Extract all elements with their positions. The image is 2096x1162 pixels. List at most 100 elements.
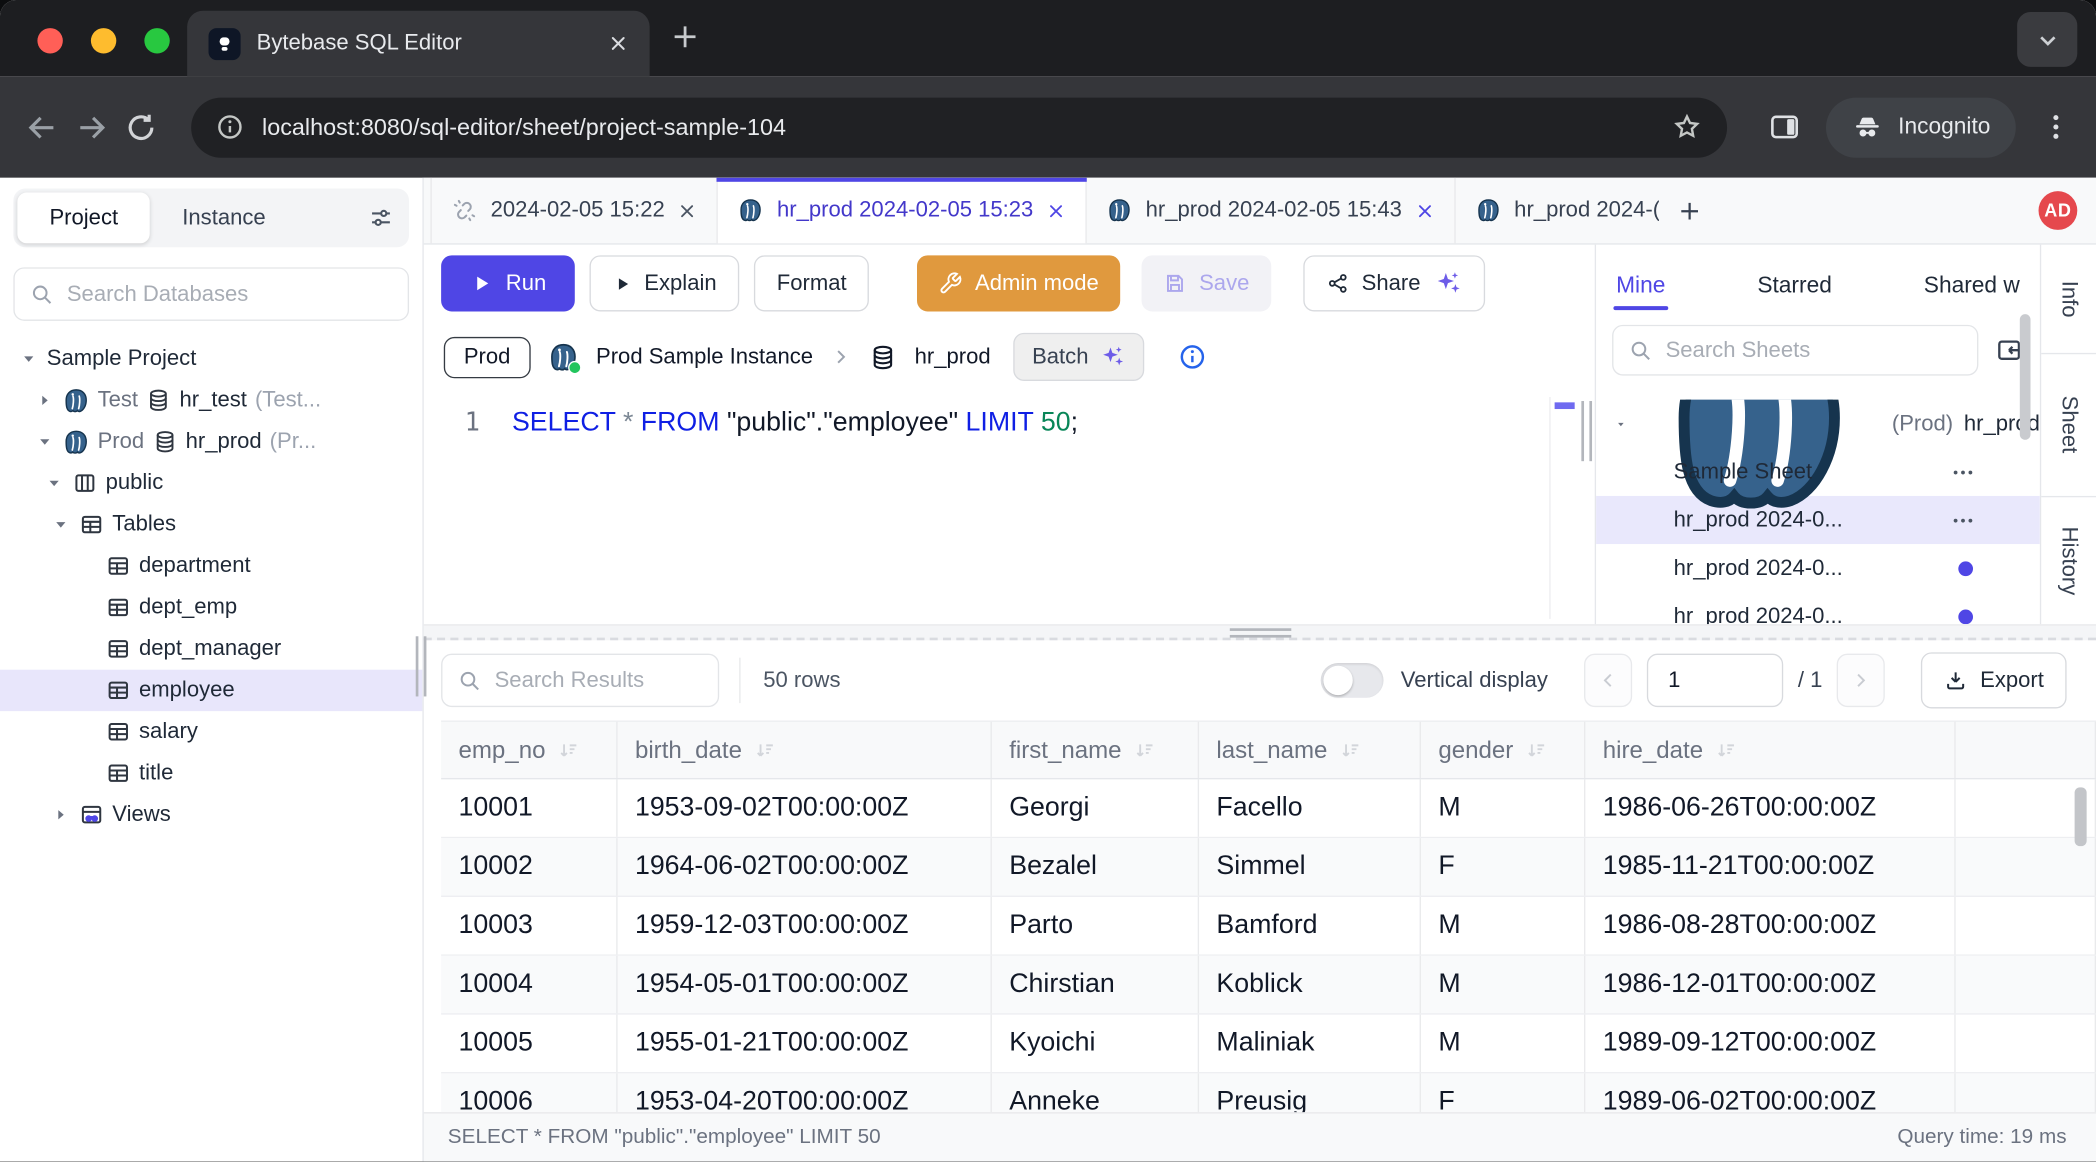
environment-chip[interactable]: Prod [444, 336, 531, 377]
table-cell[interactable]: F [1421, 838, 1585, 895]
table-cell[interactable]: Simmel [1199, 838, 1421, 895]
table-cell[interactable]: Koblick [1199, 956, 1421, 1013]
format-button[interactable]: Format [754, 255, 869, 311]
maximize-window-button[interactable] [144, 28, 169, 53]
column-header-first_name[interactable]: first_name [992, 722, 1199, 778]
table-cell[interactable]: 1953-09-02T00:00:00Z [618, 779, 992, 836]
sheet-item[interactable]: hr_prod 2024-0... [1596, 592, 2040, 624]
worksheet-tab[interactable]: 2024-02-05 15:22 [430, 178, 718, 244]
admin-mode-button[interactable]: Admin mode [918, 255, 1121, 311]
side-tab-sheet[interactable]: Sheet [2041, 354, 2096, 497]
close-window-button[interactable] [37, 28, 62, 53]
table-cell[interactable]: 10006 [441, 1073, 617, 1112]
table-cell[interactable]: M [1421, 1015, 1585, 1072]
save-button[interactable]: Save [1142, 255, 1271, 311]
table-cell[interactable]: Georgi [992, 779, 1199, 836]
run-button[interactable]: Run [441, 255, 575, 311]
table-cell[interactable]: Kyoichi [992, 1015, 1199, 1072]
bookmark-star-icon[interactable] [1671, 111, 1703, 143]
close-tab-icon[interactable] [608, 33, 628, 53]
sheet-tab-mine[interactable]: Mine [1616, 273, 1665, 300]
page-input[interactable] [1647, 654, 1783, 707]
back-icon[interactable] [24, 109, 60, 145]
table-row[interactable]: 100041954-05-01T00:00:00ZChirstianKoblic… [441, 956, 2096, 1015]
database-search-input[interactable] [64, 280, 393, 308]
tree-item-Tables[interactable]: Tables [0, 504, 422, 545]
table-cell[interactable]: Bezalel [992, 838, 1199, 895]
tab-instance[interactable]: Instance [150, 192, 298, 243]
sheet-tab-shared-w[interactable]: Shared w [1924, 273, 2020, 300]
sheet-tab-starred[interactable]: Starred [1757, 273, 1832, 300]
table-cell[interactable]: M [1421, 897, 1585, 954]
table-cell[interactable]: 10001 [441, 779, 617, 836]
table-cell[interactable]: 1986-08-28T00:00:00Z [1585, 897, 1955, 954]
prev-page-button[interactable] [1584, 654, 1632, 707]
side-tab-history[interactable]: History [2041, 497, 2096, 624]
table-cell[interactable]: 1955-01-21T00:00:00Z [618, 1015, 992, 1072]
export-button[interactable]: Export [1921, 652, 2066, 708]
tab-search-chevron-button[interactable] [2017, 12, 2077, 67]
avatar[interactable]: AD [2039, 191, 2078, 230]
tree-item-public[interactable]: public [0, 463, 422, 504]
next-page-button[interactable] [1837, 654, 1885, 707]
column-header-last_name[interactable]: last_name [1199, 722, 1421, 778]
table-cell[interactable]: Bamford [1199, 897, 1421, 954]
table-row[interactable]: 100021964-06-02T00:00:00ZBezalelSimmelF1… [441, 838, 2096, 897]
sheet-item[interactable]: hr_prod 2024-0... [1596, 544, 2040, 592]
table-cell[interactable]: Parto [992, 897, 1199, 954]
results-scrollbar[interactable] [2075, 787, 2087, 846]
editor-scroll-thumb[interactable] [1555, 402, 1575, 409]
worksheet-tab[interactable]: hr_prod 2024-( [1455, 178, 1658, 244]
editor-scrollbar[interactable] [1549, 397, 1576, 619]
table-cell[interactable]: 1989-09-12T00:00:00Z [1585, 1015, 1955, 1072]
table-cell[interactable]: Facello [1199, 779, 1421, 836]
table-cell[interactable]: 1989-06-02T00:00:00Z [1585, 1073, 1955, 1112]
connection-info-icon[interactable] [1178, 342, 1207, 371]
table-cell[interactable]: 10002 [441, 838, 617, 895]
tree-item-title[interactable]: title [0, 753, 422, 794]
table-row[interactable]: 100051955-01-21T00:00:00ZKyoichiMaliniak… [441, 1015, 2096, 1074]
table-cell[interactable]: F [1421, 1073, 1585, 1112]
table-cell[interactable]: M [1421, 779, 1585, 836]
vertical-display-toggle[interactable] [1321, 663, 1384, 698]
database-name[interactable]: hr_prod [915, 344, 991, 369]
column-header-birth_date[interactable]: birth_date [618, 722, 992, 778]
filter-sliders-icon[interactable] [368, 205, 395, 232]
table-row[interactable]: 100031959-12-03T00:00:00ZPartoBamfordM19… [441, 897, 2096, 956]
results-search-input[interactable] [492, 666, 703, 694]
tree-item-Sample Project[interactable]: Sample Project [0, 338, 422, 379]
side-panel-icon[interactable] [1767, 110, 1802, 145]
table-cell[interactable]: M [1421, 956, 1585, 1013]
sheet-group[interactable]: (Prod)hr_prod [1596, 400, 2040, 448]
table-cell[interactable]: 1964-06-02T00:00:00Z [618, 838, 992, 895]
table-cell[interactable]: Anneke [992, 1073, 1199, 1112]
sheet-list-scrollbar[interactable] [2020, 314, 2031, 440]
explain-button[interactable]: Explain [590, 255, 740, 311]
reload-icon[interactable] [123, 109, 159, 145]
column-header-emp_no[interactable]: emp_no [441, 722, 617, 778]
panel-resize-handle[interactable] [1581, 401, 1592, 461]
browser-tab[interactable]: Bytebase SQL Editor [187, 11, 650, 77]
table-cell[interactable]: 1985-11-21T00:00:00Z [1585, 838, 1955, 895]
browser-menu-icon[interactable] [2040, 111, 2072, 143]
site-info-icon[interactable] [215, 112, 244, 141]
tree-item-salary[interactable]: salary [0, 711, 422, 752]
column-header-hire_date[interactable]: hire_date [1585, 722, 1955, 778]
table-cell[interactable]: Maliniak [1199, 1015, 1421, 1072]
address-bar[interactable]: localhost:8080/sql-editor/sheet/project-… [191, 97, 1727, 157]
tree-item-dept_manager[interactable]: dept_manager [0, 628, 422, 669]
new-worksheet-button[interactable] [1659, 178, 1720, 244]
instance-name[interactable]: Prod Sample Instance [596, 344, 813, 369]
tree-item-Views[interactable]: Views [0, 794, 422, 835]
tree-item-hr_prod[interactable]: Prodhr_prod(Pr... [0, 421, 422, 462]
sidebar-resize-handle[interactable] [416, 636, 427, 696]
table-cell[interactable]: 1986-06-26T00:00:00Z [1585, 779, 1955, 836]
results-resize-handle[interactable] [1229, 628, 1290, 641]
minimize-window-button[interactable] [91, 28, 116, 53]
tree-item-dept_emp[interactable]: dept_emp [0, 587, 422, 628]
tree-item-hr_test[interactable]: Testhr_test(Test... [0, 380, 422, 421]
table-cell[interactable]: 10004 [441, 956, 617, 1013]
table-row[interactable]: 100061953-04-20T00:00:00ZAnnekePreusigF1… [441, 1073, 2096, 1112]
table-cell[interactable]: 10003 [441, 897, 617, 954]
table-cell[interactable]: 1953-04-20T00:00:00Z [618, 1073, 992, 1112]
